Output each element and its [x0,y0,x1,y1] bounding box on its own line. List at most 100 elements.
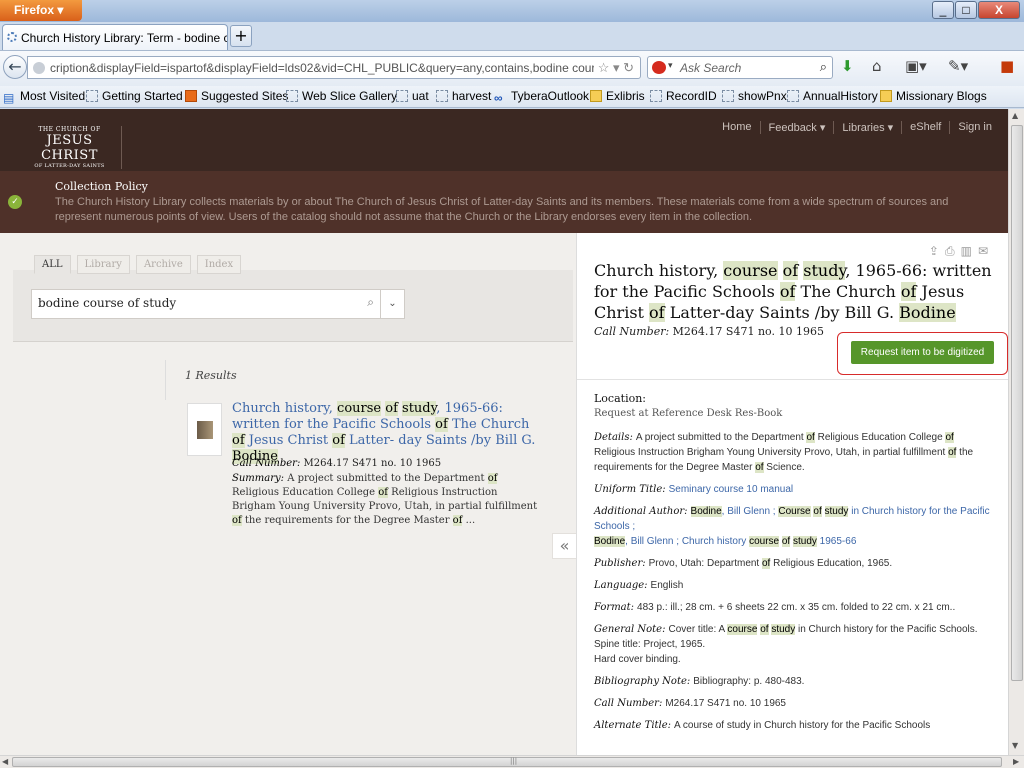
download-icon[interactable]: ⬇ [841,57,854,75]
chevron-down-icon[interactable]: ▾ [668,60,673,71]
page-icon [787,90,799,102]
church-logo[interactable]: THE CHURCH OF JESUS CHRIST OF LATTER-DAY… [18,126,122,169]
top-navigation: Home Feedback ▾ Libraries ▾ eShelf Sign … [714,121,1000,134]
query-input[interactable]: bodine course of study ⌕ ⌄ [31,289,405,319]
address-text: cription&displayField=ispartof&displayFi… [50,61,635,75]
extension-icon[interactable]: ■ [1000,57,1014,75]
nav-home[interactable]: Home [714,121,759,134]
bookmarks-menu-icon[interactable]: ▣▾ [905,57,927,75]
bookmark-suggested-sites[interactable]: Suggested Sites [185,89,288,103]
grip-icon: ||| [510,757,518,765]
scroll-left-arrow-icon[interactable]: ◀ [2,757,8,766]
result-title-link[interactable]: Church history, course of study, 1965-66… [232,401,538,465]
addon-icon[interactable]: ✎▾ [948,57,968,75]
field-uniform-title: Uniform Title: Seminary course 10 manual [594,484,794,495]
tab-library[interactable]: Library [76,255,130,274]
search-icon[interactable]: ⌕ [367,295,374,310]
request-highlight: Request item to be digitized [837,332,1008,375]
page-icon [722,90,734,102]
page-icon [650,90,662,102]
bookmark-missionary-blogs[interactable]: Missionary Blogs [880,89,987,103]
field-general-note: General Note: Cover title: A course of st… [594,624,978,665]
search-options-dropdown[interactable]: ⌄ [380,290,404,318]
home-icon[interactable]: ⌂ [872,57,882,75]
horizontal-scrollbar[interactable]: ◀ ||| ▶ [0,755,1024,768]
new-tab-button[interactable]: + [230,25,252,47]
folder-icon [590,90,602,102]
tab-index[interactable]: Index [196,255,242,274]
author-link[interactable]: Bodine, Bill Glenn ; Church history cour… [594,536,856,547]
orange-icon [185,90,197,102]
nav-feedback[interactable]: Feedback ▾ [759,121,834,134]
scope-tabs: ALL Library Archive Index [34,255,247,274]
vertical-scrollbar[interactable]: ▲ ▼ [1008,109,1024,755]
search-icon[interactable]: ⌕ [820,59,827,75]
search-box[interactable]: ▾ Ask Search ⌕ [647,56,833,79]
site-header: THE CHURCH OF JESUS CHRIST OF LATTER-DAY… [0,109,1008,171]
print-icon[interactable]: ⎙ [945,244,961,258]
bookmark-recordid[interactable]: RecordID [650,89,717,103]
bookmark-showpnx[interactable]: showPnx [722,89,787,103]
email-icon[interactable]: ✉ [978,244,994,258]
close-window-button[interactable]: X [978,1,1020,19]
share-icon[interactable]: ⇪ [929,244,945,258]
tab-all[interactable]: ALL [34,255,71,274]
policy-title: Collection Policy [55,180,148,193]
page-icon [286,90,298,102]
bookmark-uat[interactable]: uat [396,89,429,103]
location-label: Location: [594,392,646,405]
field-language: Language: English [594,580,684,591]
bookmark-most-visited[interactable]: ▤ Most Visited [3,89,85,105]
bookmark-getting-started[interactable]: Getting Started [86,89,183,103]
minimize-button[interactable]: _ [932,1,954,19]
firefox-menu-button[interactable]: Firefox ▾ [0,0,82,21]
divider [165,360,166,400]
window-titlebar: Firefox ▾ _ □ X [0,0,1024,22]
site-identity-icon[interactable] [33,62,45,74]
maximize-button[interactable]: □ [955,1,977,19]
tab-archive[interactable]: Archive [135,255,191,274]
address-bar[interactable]: cription&displayField=ispartof&displayFi… [27,56,641,79]
tab-title: Church History Library: Term - bodine co… [21,31,228,45]
nav-libraries[interactable]: Libraries ▾ [833,121,901,134]
result-summary: Summary: A project submitted to the Depa… [232,473,538,526]
divider [577,379,1008,380]
record-call-number: Call Number: M264.17 S471 no. 10 1965 [594,325,824,338]
nav-eshelf[interactable]: eShelf [901,121,949,134]
bookmark-tyberaoutlook[interactable]: ∞ TyberaOutlook [494,89,589,105]
page-icon [396,90,408,102]
tab-strip: Church History Library: Term - bodine co… [0,22,1024,50]
scroll-up-arrow-icon[interactable]: ▲ [1012,111,1018,120]
scrollbar-thumb[interactable] [1011,125,1023,681]
scroll-down-arrow-icon[interactable]: ▼ [1012,741,1018,750]
results-count: 1 Results [185,369,237,382]
folder-icon [880,90,892,102]
location-value: Request at Reference Desk Res-Book [594,408,783,419]
bookmark-exlibris[interactable]: Exlibris [590,89,645,103]
bookmark-web-slice-gallery[interactable]: Web Slice Gallery [286,89,397,103]
query-text: bodine course of study [38,296,177,310]
back-button[interactable]: ← [3,55,27,79]
eshelf-icon[interactable]: ▥ [961,244,978,258]
field-details: Details: A project submitted to the Depar… [594,432,974,473]
result-thumbnail[interactable] [187,403,222,456]
field-additional-author: Additional Author: Bodine, Bill Glenn ; C… [594,506,990,547]
request-digitize-button[interactable]: Request item to be digitized [851,341,994,364]
scrollbar-thumb[interactable]: ||| [12,757,1002,767]
browser-tab-active[interactable]: Church History Library: Term - bodine co… [2,24,228,50]
bookmark-annualhistory[interactable]: AnnualHistory [787,89,878,103]
policy-text: The Church History Library collects mate… [55,196,949,223]
bookmark-star-icon[interactable]: ☆ ▾ ↻ [593,60,634,76]
bookmarks-sidebar-icon: ▤ [3,91,15,105]
search-engine-icon[interactable] [652,61,666,74]
record-actions: ⇪⎙▥✉ [929,244,994,259]
uniform-title-link[interactable]: Seminary course 10 manual [669,484,794,495]
collapse-panel-button[interactable]: « [552,533,576,559]
nav-sign-in[interactable]: Sign in [949,121,1000,134]
field-publisher: Publisher: Provo, Utah: Department of Rel… [594,558,893,569]
field-alternate-title: Alternate Title: A course of study in Chu… [594,720,931,731]
scroll-right-arrow-icon[interactable]: ▶ [1013,757,1019,766]
check-icon: ✓ [8,195,22,209]
bookmark-harvest[interactable]: harvest [436,89,491,103]
loading-spinner-icon [7,32,17,42]
